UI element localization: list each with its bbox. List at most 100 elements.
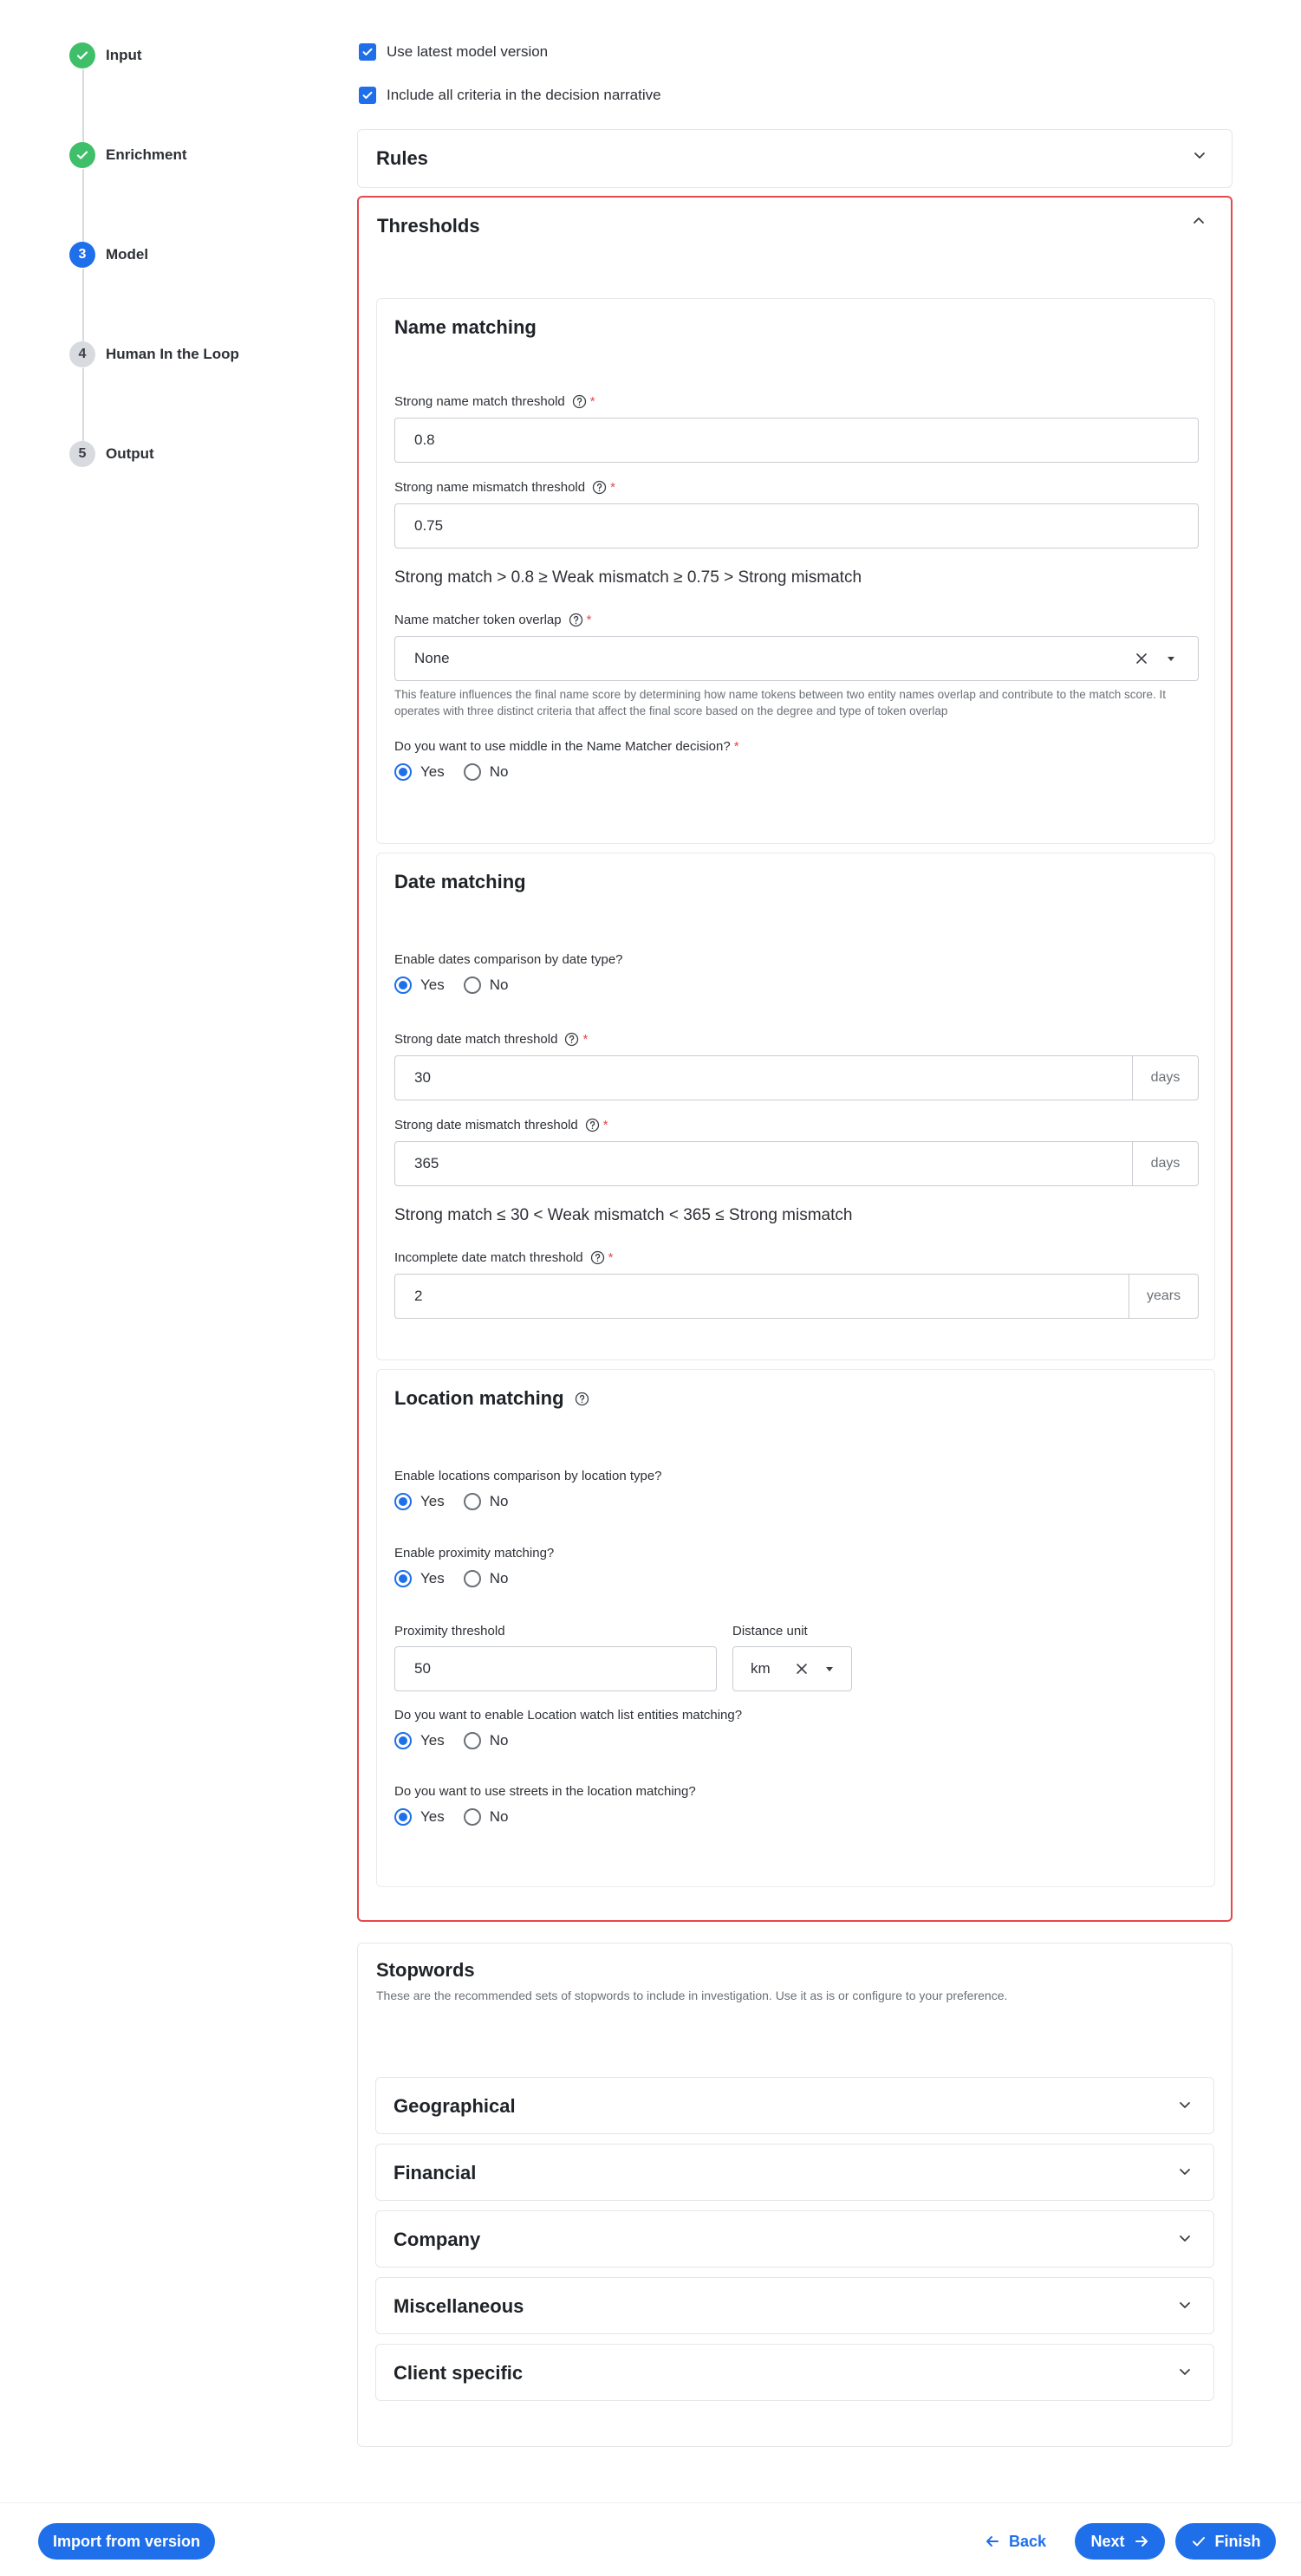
select-controls	[1134, 651, 1179, 666]
checkbox-checked-icon[interactable]	[359, 43, 376, 61]
step-enrichment[interactable]: Enrichment	[69, 142, 187, 168]
group-title: Client specific	[394, 2362, 524, 2384]
help-icon[interactable]	[585, 1118, 600, 1132]
radio-unselected-icon[interactable]	[463, 763, 481, 781]
strong-date-mismatch-input[interactable]: 365 days	[394, 1141, 1199, 1186]
required-asterisk: *	[733, 739, 739, 754]
radio-yes[interactable]: Yes	[394, 1570, 445, 1587]
panel-title: Stopwords	[376, 1959, 475, 1981]
back-button[interactable]: Back	[985, 2523, 1046, 2560]
label-text: Strong date match threshold	[394, 1032, 558, 1047]
caret-down-icon[interactable]	[822, 1661, 837, 1677]
step-human-in-the-loop[interactable]: 4 Human In the Loop	[69, 341, 239, 367]
distance-unit-select[interactable]: km	[732, 1646, 852, 1691]
stopwords-group-miscellaneous[interactable]: Miscellaneous	[375, 2277, 1214, 2334]
help-icon[interactable]	[572, 394, 587, 409]
location-type-radio-group: Yes No	[394, 1493, 527, 1510]
radio-no[interactable]: No	[463, 1570, 508, 1587]
checkbox-checked-icon[interactable]	[359, 87, 376, 104]
clear-icon[interactable]	[1134, 651, 1149, 666]
step-label: Enrichment	[106, 146, 187, 163]
radio-no[interactable]: No	[463, 977, 508, 994]
radio-unselected-icon[interactable]	[463, 977, 481, 994]
use-latest-model-checkbox-row[interactable]: Use latest model version	[359, 43, 548, 61]
radio-yes[interactable]: Yes	[394, 1808, 445, 1826]
card-title-text: Location matching	[394, 1387, 564, 1409]
stopwords-group-financial[interactable]: Financial	[375, 2144, 1214, 2201]
location-matching-card: Location matching Enable locations compa…	[376, 1369, 1215, 1887]
radio-unselected-icon[interactable]	[463, 1732, 481, 1749]
field-label: Strong name match threshold *	[394, 394, 595, 409]
help-icon[interactable]	[590, 1250, 605, 1265]
step-label: Output	[106, 445, 154, 462]
strong-name-mismatch-input[interactable]: 0.75	[394, 503, 1199, 548]
import-from-version-button[interactable]: Import from version	[38, 2523, 215, 2560]
required-asterisk: *	[610, 480, 615, 495]
select-value: None	[414, 650, 450, 666]
step-connector	[82, 169, 84, 242]
radio-unselected-icon[interactable]	[463, 1493, 481, 1510]
middle-name-radio-group: Yes No	[394, 763, 527, 781]
help-icon[interactable]	[564, 1032, 579, 1047]
input-value: 2	[414, 1288, 423, 1304]
chevron-up-icon[interactable]	[1189, 211, 1208, 230]
input-value: 50	[414, 1660, 431, 1677]
strong-date-match-input[interactable]: 30 days	[394, 1055, 1199, 1100]
include-criteria-checkbox-row[interactable]: Include all criteria in the decision nar…	[359, 87, 661, 104]
field-label: Incomplete date match threshold *	[394, 1250, 613, 1265]
field-label: Proximity threshold	[394, 1624, 505, 1638]
check-icon	[69, 142, 95, 168]
finish-button[interactable]: Finish	[1175, 2523, 1276, 2560]
watchlist-radio-group: Yes No	[394, 1732, 527, 1749]
step-input[interactable]: Input	[69, 42, 142, 68]
step-output[interactable]: 5 Output	[69, 441, 154, 467]
help-icon[interactable]	[575, 1392, 589, 1406]
chevron-down-icon	[1194, 152, 1205, 159]
radio-selected-icon[interactable]	[394, 1570, 412, 1587]
date-type-radio-group: Yes No	[394, 977, 527, 994]
radio-selected-icon[interactable]	[394, 1732, 412, 1749]
caret-down-icon[interactable]	[1163, 651, 1179, 666]
step-connector	[82, 69, 84, 142]
radio-yes[interactable]: Yes	[394, 763, 445, 781]
radio-selected-icon[interactable]	[394, 1493, 412, 1510]
radio-label: No	[489, 1808, 509, 1825]
label-text: Do you want to enable Location watch lis…	[394, 1708, 743, 1723]
radio-no[interactable]: No	[463, 1808, 509, 1826]
stopwords-group-geographical[interactable]: Geographical	[375, 2077, 1214, 2134]
label-text: Strong date mismatch threshold	[394, 1118, 578, 1132]
token-overlap-select[interactable]: None	[394, 636, 1199, 681]
next-button[interactable]: Next	[1075, 2523, 1165, 2560]
radio-selected-icon[interactable]	[394, 763, 412, 781]
field-label: Do you want to use middle in the Name Ma…	[394, 739, 739, 754]
rules-panel-header[interactable]: Rules	[357, 129, 1233, 188]
help-icon[interactable]	[592, 480, 607, 495]
clear-icon[interactable]	[794, 1661, 810, 1677]
group-title: Geographical	[394, 2095, 516, 2117]
radio-selected-icon[interactable]	[394, 977, 412, 994]
radio-selected-icon[interactable]	[394, 1808, 412, 1826]
radio-no[interactable]: No	[463, 763, 508, 781]
radio-unselected-icon[interactable]	[463, 1808, 481, 1826]
step-model[interactable]: 3 Model	[69, 242, 148, 268]
stopwords-group-client-specific[interactable]: Client specific	[375, 2344, 1214, 2401]
card-title: Name matching	[394, 316, 537, 338]
arrow-left-icon	[986, 2536, 999, 2547]
field-label: Strong date match threshold *	[394, 1032, 588, 1047]
strong-name-match-input[interactable]: 0.8	[394, 418, 1199, 463]
radio-label: No	[489, 1732, 509, 1749]
field-label: Enable proximity matching?	[394, 1546, 554, 1561]
help-icon[interactable]	[569, 613, 583, 627]
radio-yes[interactable]: Yes	[394, 1732, 445, 1749]
proximity-threshold-input[interactable]: 50	[394, 1646, 717, 1691]
radio-no[interactable]: No	[463, 1493, 508, 1510]
radio-yes[interactable]: Yes	[394, 977, 445, 994]
check-icon	[1192, 2537, 1205, 2547]
radio-yes[interactable]: Yes	[394, 1493, 445, 1510]
incomplete-date-input[interactable]: 2 years	[394, 1274, 1199, 1319]
select-value: km	[751, 1660, 771, 1677]
chevron-down-icon	[1180, 2102, 1190, 2108]
radio-no[interactable]: No	[463, 1732, 509, 1749]
radio-unselected-icon[interactable]	[463, 1570, 481, 1587]
stopwords-group-company[interactable]: Company	[375, 2210, 1214, 2268]
